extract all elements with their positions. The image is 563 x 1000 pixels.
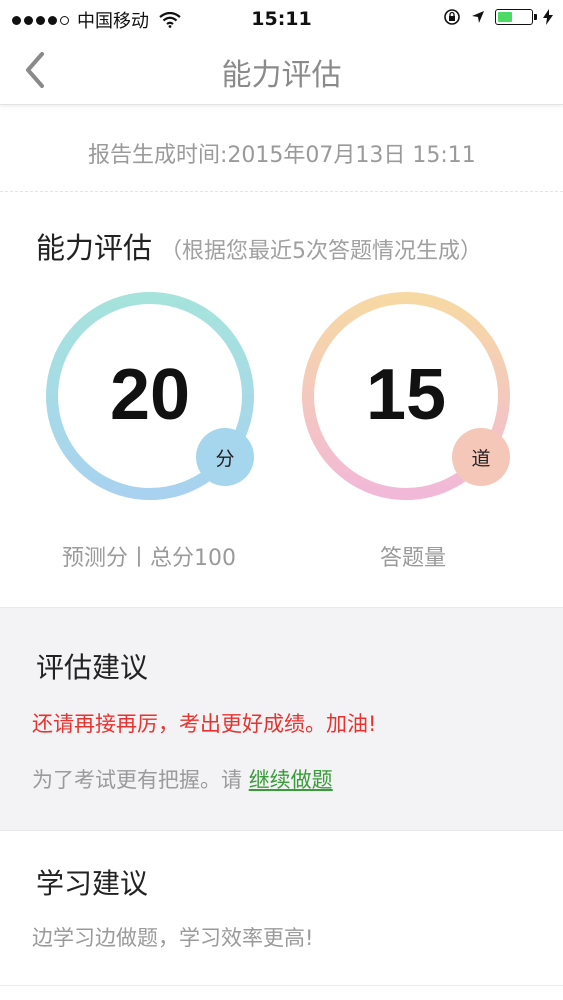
battery-icon xyxy=(495,9,537,25)
charging-icon xyxy=(543,9,553,25)
nav-bar: 能力评估 xyxy=(0,40,563,105)
assessment-subtitle: （根据您最近5次答题情况生成） xyxy=(160,239,483,264)
score-label: 预测分丨总分100 xyxy=(62,546,236,571)
advice-title: 评估建议 xyxy=(36,651,149,684)
carrier-name: 中国移动 xyxy=(77,11,149,32)
report-time-row: 报告生成时间:2015年07月13日 15:11 xyxy=(0,105,563,192)
questions-gauge: 15 道 xyxy=(300,290,512,502)
wifi-icon xyxy=(159,12,181,28)
questions-label: 答题量 xyxy=(380,546,447,571)
location-icon xyxy=(472,11,484,23)
study-title: 学习建议 xyxy=(36,867,149,900)
page-title: 能力评估 xyxy=(221,58,342,93)
questions-unit-badge: 道 xyxy=(452,428,510,486)
advice-tip: 为了考试更有把握。请 继续做题 xyxy=(32,764,333,794)
status-bar: 中国移动 15:11 xyxy=(0,0,563,40)
signal-icon xyxy=(12,15,69,25)
score-gauge: 20 分 xyxy=(44,290,256,502)
study-text: 边学习边做题，学习效率更高! xyxy=(32,926,314,950)
advice-section: 评估建议 还请再接再厉，考出更好成绩。加油! 为了考试更有把握。请 继续做题 xyxy=(0,607,563,831)
assessment-heading: 能力评估 （根据您最近5次答题情况生成） xyxy=(36,225,482,267)
report-time-text: 报告生成时间:2015年07月13日 15:11 xyxy=(88,143,476,168)
score-value: 20 xyxy=(109,355,191,435)
questions-value: 15 xyxy=(365,355,447,435)
continue-practice-link[interactable]: 继续做题 xyxy=(249,768,333,792)
bottom-divider xyxy=(0,985,563,986)
assessment-title: 能力评估 xyxy=(36,231,153,265)
advice-tip-text: 为了考试更有把握。请 xyxy=(32,768,249,792)
rotation-lock-icon xyxy=(444,9,460,25)
advice-encouragement: 还请再接再厉，考出更好成绩。加油! xyxy=(32,712,377,736)
score-unit-badge: 分 xyxy=(196,428,254,486)
